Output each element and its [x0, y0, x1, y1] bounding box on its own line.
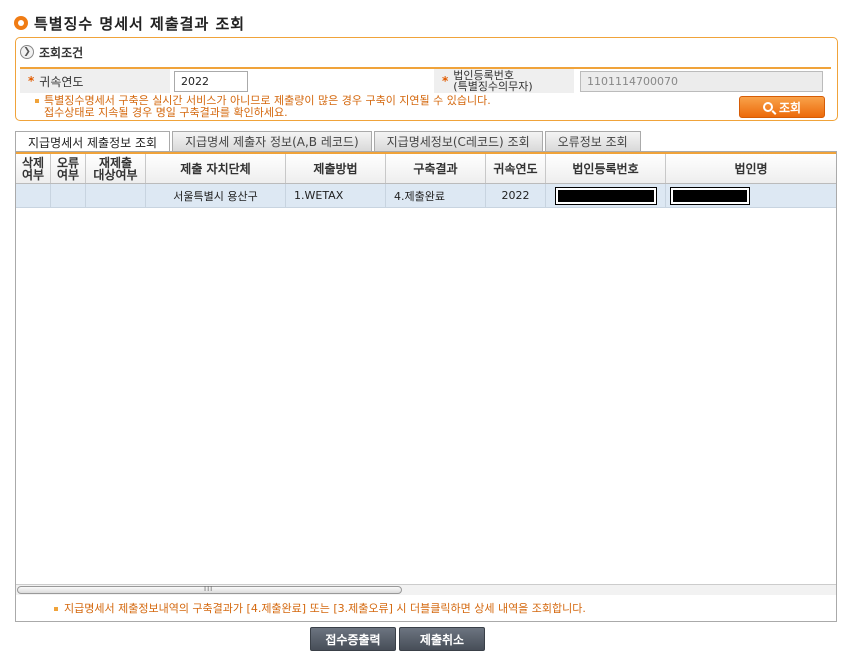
col-method[interactable]: 제출방법 [286, 154, 386, 183]
biz-label: 법인등록번호 (특별징수의무자) [453, 70, 532, 92]
notice-line2: 접수상태로 지속될 경우 명일 구축결과를 확인하세요. [44, 106, 288, 119]
required-mark: * [442, 73, 449, 88]
col-error[interactable]: 오류 여부 [51, 154, 86, 183]
search-conditions-panel: ❯ 조회조건 * 귀속연도 * 법인등록번호 (특별징수의무자) 특별징수명세서… [15, 37, 838, 121]
tab-submission-info[interactable]: 지급명세서 제출정보 조회 [15, 131, 171, 152]
year-label-cell: * 귀속연도 [20, 69, 170, 93]
required-mark: * [28, 74, 35, 88]
horizontal-scrollbar[interactable]: III [16, 584, 836, 595]
col-resubmit[interactable]: 재제출 대상여부 [86, 154, 146, 183]
col-result[interactable]: 구축결과 [386, 154, 486, 183]
grid-header: 삭제 여부 오류 여부 재제출 대상여부 제출 자치단체 제출방법 구축결과 귀속연도… [16, 154, 836, 184]
redaction-block [554, 186, 657, 205]
col-year[interactable]: 귀속연도 [486, 154, 546, 183]
grid-note: 지급명세서 제출정보내역의 구축결과가 [4.제출완료] 또는 [3.제출오류]… [54, 600, 586, 616]
cell-method: 1.WETAX [286, 184, 386, 207]
page-title-text: 특별징수 명세서 제출결과 조회 [34, 14, 246, 33]
grid-note-text: 지급명세서 제출정보내역의 구축결과가 [4.제출완료] 또는 [3.제출오류]… [64, 602, 586, 615]
col-corp-name[interactable]: 법인명 [666, 154, 836, 183]
tab-submitter-info[interactable]: 지급명세 제출자 정보(A,B 레코드) [172, 131, 372, 151]
cell-corp-name [666, 184, 836, 207]
conditions-header: ❯ 조회조건 [20, 44, 83, 60]
cell-region: 서울특별시 용산구 [146, 184, 286, 207]
bullet-square-icon [35, 99, 39, 103]
cell-resubmit [86, 184, 146, 207]
col-biz-number[interactable]: 법인등록번호 [546, 154, 666, 183]
table-row[interactable]: 서울특별시 용산구 1.WETAX 4.제출완료 2022 [16, 184, 836, 208]
cell-year: 2022 [486, 184, 546, 207]
scrollbar-grip-icon: III [204, 585, 214, 593]
search-button[interactable]: 조회 [739, 96, 825, 118]
cell-error [51, 184, 86, 207]
receipt-print-button[interactable]: 접수증출력 [310, 627, 396, 651]
biz-label-cell: * 법인등록번호 (특별징수의무자) [434, 69, 574, 93]
page-title: 특별징수 명세서 제출결과 조회 [14, 12, 245, 34]
search-icon [762, 102, 773, 112]
redaction-block [670, 186, 750, 205]
cancel-submission-button[interactable]: 제출취소 [399, 627, 485, 651]
tab-bar: 지급명세서 제출정보 조회 지급명세 제출자 정보(A,B 레코드) 지급명세정… [15, 131, 643, 152]
results-grid: 삭제 여부 오류 여부 재제출 대상여부 제출 자치단체 제출방법 구축결과 귀속연도… [15, 151, 837, 595]
conditions-notice: 특별징수명세서 구축은 실시간 서비스가 아니므로 제출량이 많은 경우 구축이… [35, 95, 491, 119]
bullet-circle-icon [14, 16, 28, 30]
cell-result: 4.제출완료 [386, 184, 486, 207]
tab-error-info[interactable]: 오류정보 조회 [544, 131, 641, 151]
cell-biz-number [546, 184, 666, 207]
col-region[interactable]: 제출 자치단체 [146, 154, 286, 183]
conditions-header-text: 조회조건 [39, 45, 84, 60]
search-button-label: 조회 [778, 100, 802, 115]
grid-note-panel: 지급명세서 제출정보내역의 구축결과가 [4.제출완료] 또는 [3.제출오류]… [15, 595, 837, 622]
tab-c-record[interactable]: 지급명세정보(C레코드) 조회 [373, 131, 543, 151]
biz-label-line2: (특별징수의무자) [453, 80, 533, 93]
year-label: 귀속연도 [39, 74, 84, 89]
cell-deleted [16, 184, 51, 207]
col-deleted[interactable]: 삭제 여부 [16, 154, 51, 183]
circle-arrow-icon: ❯ [20, 45, 34, 59]
biz-number-input [580, 71, 823, 92]
bullet-square-icon [54, 607, 58, 611]
year-input[interactable] [174, 71, 248, 92]
